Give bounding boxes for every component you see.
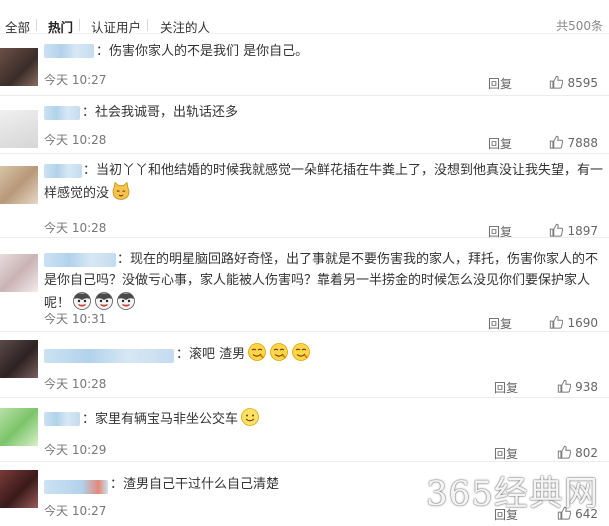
comment-text: ：伤害你家人的不是我们 是你自己。	[96, 44, 309, 59]
comment-time: 今天 10:28	[44, 133, 107, 147]
like-count: 1897	[567, 224, 598, 238]
comment-text: ：社会我诚哥，出轨话还多	[82, 105, 239, 120]
avatar[interactable]	[0, 408, 38, 446]
husky-emoji-icon	[73, 292, 91, 310]
comment-text: ：当初丫丫和他结婚的时候我就感觉一朵鲜花插在牛粪上了，没想到他真没让我失望，有一…	[44, 163, 604, 201]
username-blurred[interactable]	[44, 106, 80, 120]
like-button[interactable]: 8595	[549, 75, 598, 90]
thumbs-up-icon	[550, 75, 564, 89]
like-count: 1690	[567, 316, 598, 330]
avatar[interactable]	[0, 48, 38, 86]
smile-emoji-icon	[241, 408, 259, 426]
username-blurred[interactable]	[44, 349, 174, 363]
sly-emoji-icon	[248, 343, 267, 361]
tab-divider	[79, 19, 80, 31]
sly-emoji-icon	[292, 343, 311, 361]
tab-divider	[147, 19, 148, 31]
avatar[interactable]	[0, 470, 38, 508]
thumbs-up-icon	[550, 135, 564, 149]
username-blurred[interactable]	[44, 480, 108, 494]
comment-text: ：家里有辆宝马非坐公交车	[82, 407, 592, 430]
sly-emoji-icon	[270, 343, 289, 361]
comment-text: ：滚吧 渣男	[176, 342, 596, 365]
comment-time: 今天 10:29	[44, 443, 107, 457]
comment-item: ：社会我诚哥，出轨话还多 今天 10:28 回复 7888	[0, 96, 609, 154]
thumbs-up-icon	[550, 315, 564, 329]
reply-button[interactable]: 回复	[488, 135, 512, 152]
avatar[interactable]	[0, 340, 38, 378]
avatar[interactable]	[0, 166, 38, 204]
comment-time: 今天 10:28	[44, 377, 107, 391]
comment-filter-bar: 全部 热门 认证用户 关注的人 共500条	[0, 0, 609, 35]
comment-time: 今天 10:27	[44, 73, 107, 87]
username-blurred[interactable]	[44, 44, 94, 58]
comment-text: ：现在的明星脑回路好奇怪，出了事就是不要伤害我的家人，拜托，伤害你家人的不是你自…	[44, 252, 599, 311]
total-count: 共500条	[556, 19, 603, 33]
tab-divider	[36, 19, 37, 31]
like-count: 7888	[567, 136, 598, 150]
comment-item: ：现在的明星脑回路好奇怪，出了事就是不要伤害我的家人，拜托，伤害你家人的不是你自…	[0, 238, 609, 332]
like-count: 802	[575, 446, 598, 460]
like-button[interactable]: 802	[557, 445, 598, 460]
comment-time: 今天 10:31	[44, 312, 107, 326]
like-button[interactable]: 7888	[549, 135, 598, 150]
comment-time: 今天 10:28	[44, 221, 107, 235]
comment-item: ：滚吧 渣男 今天 10:28 回复 938	[0, 332, 609, 398]
like-button[interactable]: 1897	[549, 223, 598, 238]
like-count: 8595	[567, 76, 598, 90]
avatar[interactable]	[0, 110, 38, 148]
like-button[interactable]: 938	[557, 379, 598, 394]
comment-item: ：当初丫丫和他结婚的时候我就感觉一朵鲜花插在牛粪上了，没想到他真没让我失望，有一…	[0, 154, 609, 239]
thumbs-up-icon	[557, 379, 572, 393]
username-blurred[interactable]	[44, 412, 80, 426]
comment-item: ：家里有辆宝马非坐公交车 今天 10:29 回复 802	[0, 398, 609, 462]
thumbs-up-icon	[557, 445, 572, 459]
like-count: 938	[575, 380, 598, 394]
husky-emoji-icon	[95, 292, 113, 310]
reply-button[interactable]: 回复	[488, 315, 512, 332]
cat-emoji-icon	[112, 181, 130, 200]
reply-button[interactable]: 回复	[494, 379, 518, 396]
avatar[interactable]	[0, 254, 38, 292]
comment-time: 今天 10:27	[44, 504, 107, 518]
reply-button[interactable]: 回复	[494, 445, 518, 462]
like-button[interactable]: 1690	[549, 315, 598, 330]
watermark-logo: 365经典网	[426, 474, 599, 514]
reply-button[interactable]: 回复	[488, 75, 512, 92]
comment-item: ：伤害你家人的不是我们 是你自己。 今天 10:27 回复 8595	[0, 34, 609, 96]
thumbs-up-icon	[550, 223, 564, 237]
husky-emoji-icon	[117, 292, 135, 310]
